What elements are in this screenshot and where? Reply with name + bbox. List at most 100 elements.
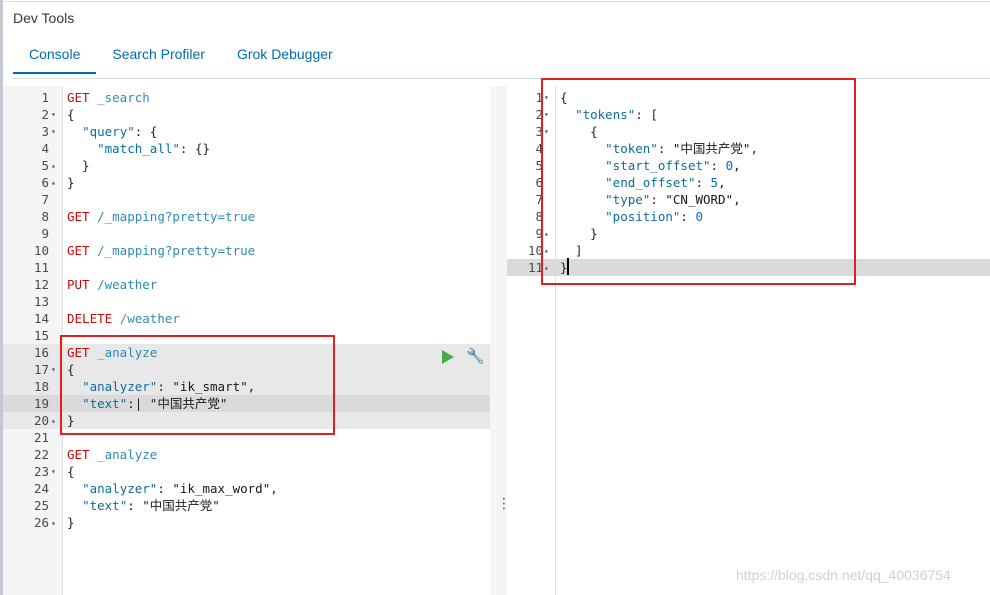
code-text: "query": {: [67, 123, 157, 140]
code-line[interactable]: 25 "text": "中国共产党": [3, 497, 490, 514]
code-line[interactable]: 24 "analyzer": "ik_max_word",: [3, 480, 490, 497]
code-line[interactable]: 4 "match_all": {}: [3, 140, 490, 157]
code-text: PUT /weather: [67, 276, 157, 293]
line-number: 4: [41, 141, 49, 156]
line-number: 9: [41, 226, 49, 241]
line-number: 2: [535, 107, 543, 122]
code-token: "analyzer": [82, 481, 158, 496]
code-line[interactable]: 10 GET /_mapping?pretty=true: [3, 242, 490, 259]
code-token: /weather: [97, 277, 158, 292]
code-line[interactable]: 5 ▴ }: [3, 157, 490, 174]
code-text: "analyzer": "ik_max_word",: [67, 480, 278, 497]
line-number: 15: [33, 328, 49, 343]
line-number: 9: [535, 226, 543, 241]
line-number: 19: [33, 396, 49, 411]
line-number: 3: [535, 124, 543, 139]
code-line[interactable]: 22 GET _analyze: [3, 446, 490, 463]
line-number: 17: [33, 362, 49, 377]
code-text: }: [67, 174, 75, 191]
wrench-icon[interactable]: 🔧: [466, 347, 485, 365]
code-token: {: [67, 464, 75, 479]
code-line[interactable]: 26 ▴}: [3, 514, 490, 531]
code-line[interactable]: 8 GET /_mapping?pretty=true: [3, 208, 490, 225]
tab-search-profiler[interactable]: Search Profiler: [96, 42, 221, 74]
pane-resizer[interactable]: [490, 86, 507, 595]
line-number: 18: [33, 379, 49, 394]
tab-grok-debugger[interactable]: Grok Debugger: [221, 42, 349, 74]
code-line[interactable]: 7: [3, 191, 490, 208]
code-line[interactable]: 9: [3, 225, 490, 242]
code-line[interactable]: 12 PUT /weather: [3, 276, 490, 293]
code-text: {: [67, 106, 75, 123]
code-text: GET _analyze: [67, 446, 157, 463]
code-text: }: [67, 514, 75, 531]
line-number: 6: [535, 175, 543, 190]
fold-toggle-icon[interactable]: ▾: [51, 123, 56, 140]
code-line[interactable]: 6 ▴}: [3, 174, 490, 191]
code-token: : {: [134, 124, 158, 139]
line-number: 5: [535, 158, 543, 173]
code-line[interactable]: 23 ▾ {: [3, 463, 490, 480]
code-token: GET: [67, 447, 90, 462]
code-token: :: [127, 498, 143, 513]
line-number: 3: [41, 124, 49, 139]
code-text: }: [67, 157, 90, 174]
line-number: 13: [33, 294, 49, 309]
code-text: "match_all": {}: [67, 140, 210, 157]
fold-toggle-icon[interactable]: ▴: [51, 412, 56, 429]
fold-toggle-icon[interactable]: ▾: [51, 463, 56, 480]
line-number: 8: [535, 209, 543, 224]
line-number: 23: [33, 464, 49, 479]
run-request-icon[interactable]: [442, 350, 454, 364]
line-number: 7: [41, 192, 49, 207]
code-line[interactable]: 3 ▾ "query": {: [3, 123, 490, 140]
fold-toggle-icon[interactable]: ▴: [51, 157, 56, 174]
line-number: 26: [33, 515, 49, 530]
line-number: 16: [33, 345, 49, 360]
code-token: GET: [67, 209, 90, 224]
code-token: GET: [67, 90, 90, 105]
line-number: 6: [41, 175, 49, 190]
code-token: _search: [97, 90, 150, 105]
code-token: _analyze: [97, 447, 158, 462]
line-number: 20: [33, 413, 49, 428]
code-token: "中国共产党": [142, 498, 220, 513]
code-line[interactable]: 13: [3, 293, 490, 310]
fold-toggle-icon[interactable]: ▾: [51, 106, 56, 123]
code-line[interactable]: 1 GET _search: [3, 89, 490, 106]
line-number: 10: [527, 243, 543, 258]
fold-toggle-icon[interactable]: ▴: [51, 514, 56, 531]
app-title: Dev Tools: [13, 10, 75, 26]
line-number: 1: [41, 90, 49, 105]
highlight-box-response: [541, 78, 856, 285]
code-token: /weather: [119, 311, 180, 326]
code-text: {: [67, 463, 75, 480]
watermark: https://blog.csdn.net/qq_40036754: [736, 567, 951, 583]
code-line[interactable]: 2 ▾ {: [3, 106, 490, 123]
line-number: 7: [535, 192, 543, 207]
code-token: "ik_max_word": [172, 481, 271, 496]
fold-toggle-icon[interactable]: ▾: [51, 361, 56, 378]
line-number: 4: [535, 141, 543, 156]
code-token: GET: [67, 243, 90, 258]
tab-console[interactable]: Console: [13, 42, 97, 74]
code-token: :: [157, 481, 173, 496]
code-line[interactable]: 11: [3, 259, 490, 276]
text-cursor: [567, 258, 569, 275]
line-number: 12: [33, 277, 49, 292]
line-number: 21: [33, 430, 49, 445]
code-token: "query": [82, 124, 135, 139]
code-line[interactable]: 14 DELETE /weather: [3, 310, 490, 327]
line-number: 24: [33, 481, 49, 496]
code-text: "text": "中国共产党": [67, 497, 220, 514]
fold-toggle-icon[interactable]: ▴: [51, 174, 56, 191]
code-text: DELETE /weather: [67, 310, 180, 327]
